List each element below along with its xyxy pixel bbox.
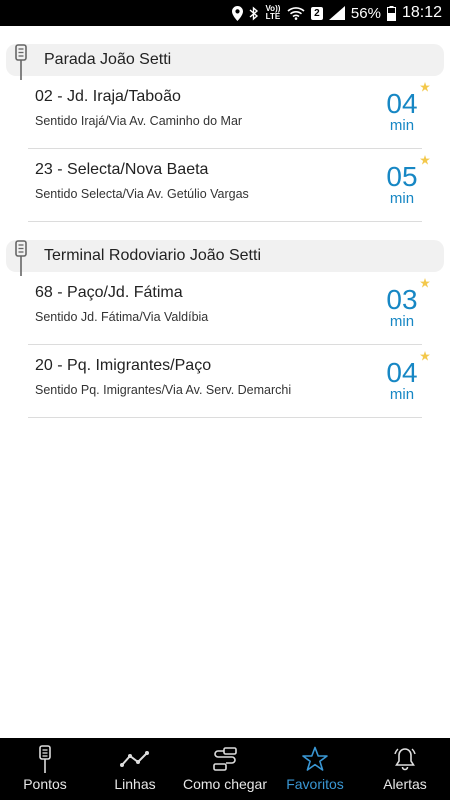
nav-como-chegar[interactable]: Como chegar	[180, 738, 270, 800]
battery-percent: 56%	[350, 4, 381, 22]
location-icon	[231, 4, 243, 22]
nav-pontos[interactable]: Pontos	[0, 738, 90, 800]
nav-alertas[interactable]: Alertas	[360, 738, 450, 800]
bell-icon	[390, 746, 420, 772]
route-name: 23 - Selecta/Nova Baeta	[35, 161, 209, 178]
eta: 03 min	[382, 286, 422, 330]
star-icon	[300, 746, 330, 772]
nav-favoritos[interactable]: Favoritos	[270, 738, 360, 800]
stop-title: Terminal Rodoviario João Setti	[44, 247, 261, 264]
stop-header[interactable]: Parada João Setti	[6, 44, 444, 80]
route-row[interactable]: 68 - Paço/Jd. Fátima Sentido Jd. Fátima/…	[28, 272, 430, 345]
eta-unit: min	[389, 117, 415, 134]
route-direction: Sentido Irajá/Via Av. Caminho do Mar	[35, 114, 243, 128]
nav-label: Pontos	[23, 776, 67, 792]
eta: 05 min	[382, 163, 422, 207]
bus-stop-icon	[15, 240, 27, 276]
favorite-star-icon[interactable]	[420, 155, 430, 165]
volte-indicator: Vo)) LTE	[265, 4, 281, 21]
route-row[interactable]: 23 - Selecta/Nova Baeta Sentido Selecta/…	[28, 149, 430, 222]
signal-icon	[328, 4, 345, 22]
favorite-star-icon[interactable]	[420, 351, 430, 361]
route-line-icon	[120, 746, 150, 772]
clock: 18:12	[401, 4, 442, 21]
nav-label: Favoritos	[286, 776, 344, 792]
stop-title: Parada João Setti	[44, 51, 172, 68]
eta-unit: min	[389, 190, 415, 207]
nav-label: Alertas	[383, 776, 427, 792]
bus-stop-icon	[30, 745, 60, 773]
favorite-star-icon[interactable]	[420, 278, 430, 288]
eta-minutes: 03	[386, 284, 418, 315]
eta-minutes: 04	[386, 357, 418, 388]
eta: 04 min	[382, 359, 422, 403]
eta: 04 min	[382, 90, 422, 134]
battery-icon	[386, 4, 396, 22]
route-direction: Sentido Jd. Fátima/Via Valdíbia	[35, 310, 209, 324]
eta-unit: min	[389, 313, 415, 330]
nav-linhas[interactable]: Linhas	[90, 738, 180, 800]
stop-group: Terminal Rodoviario João Setti 68 - Paço…	[0, 240, 450, 418]
eta-unit: min	[389, 386, 415, 403]
wifi-icon	[287, 4, 305, 22]
route-name: 02 - Jd. Iraja/Taboão	[35, 88, 181, 105]
route-direction: Sentido Pq. Imigrantes/Via Av. Serv. Dem…	[35, 383, 292, 397]
route-row[interactable]: 02 - Jd. Iraja/Taboão Sentido Irajá/Via …	[28, 76, 430, 149]
bluetooth-icon	[249, 4, 259, 22]
stop-header[interactable]: Terminal Rodoviario João Setti	[6, 240, 444, 276]
status-bar: Vo)) LTE 2 56% 18:12	[0, 0, 450, 26]
directions-icon	[210, 746, 240, 772]
nav-label: Linhas	[114, 776, 156, 792]
favorites-list: Parada João Setti 02 - Jd. Iraja/Taboão …	[0, 26, 450, 738]
route-direction: Sentido Selecta/Via Av. Getúlio Vargas	[35, 187, 249, 201]
eta-minutes: 04	[386, 88, 418, 119]
nav-label: Como chegar	[182, 776, 268, 792]
bottom-nav: Pontos Linhas Como chegar Favoritos Aler…	[0, 738, 450, 800]
sim-badge: 2	[310, 6, 323, 20]
stop-group: Parada João Setti 02 - Jd. Iraja/Taboão …	[0, 44, 450, 222]
route-name: 68 - Paço/Jd. Fátima	[35, 284, 183, 301]
route-name: 20 - Pq. Imigrantes/Paço	[35, 357, 212, 374]
route-row[interactable]: 20 - Pq. Imigrantes/Paço Sentido Pq. Imi…	[28, 345, 430, 418]
eta-minutes: 05	[386, 161, 418, 192]
favorite-star-icon[interactable]	[420, 82, 430, 92]
bus-stop-icon	[15, 44, 27, 80]
